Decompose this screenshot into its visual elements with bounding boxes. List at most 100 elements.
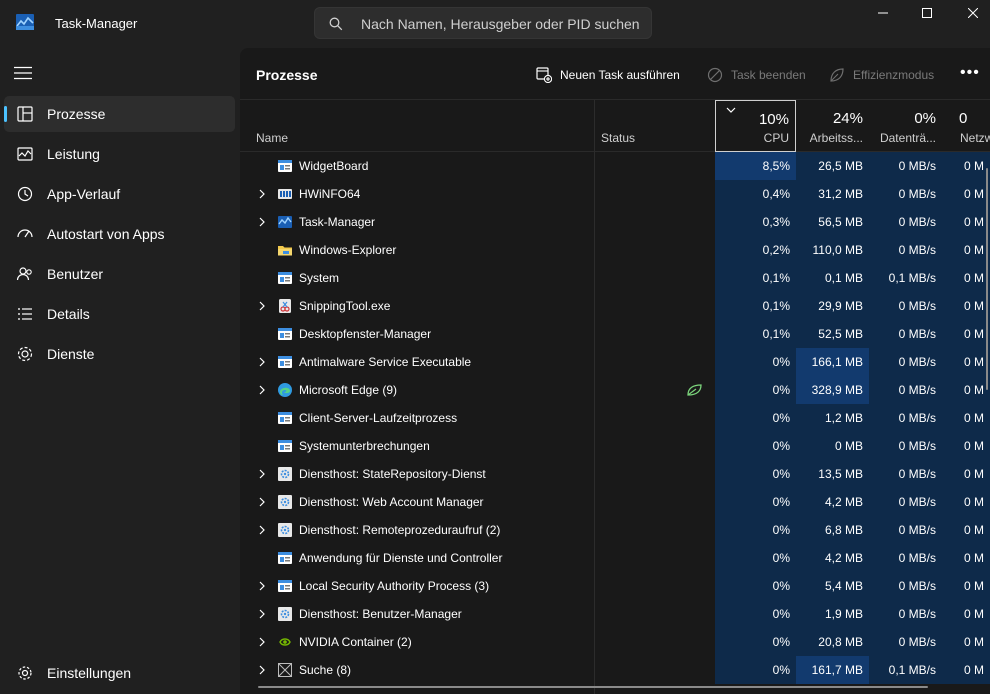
folder-icon <box>278 246 292 256</box>
column-name-label: Name <box>256 131 289 145</box>
chevron-right-icon[interactable] <box>258 385 266 395</box>
processes-icon <box>17 106 33 122</box>
process-row[interactable]: WidgetBoard 8,5% 26,5 MB 0 MB/s 0 M <box>240 152 990 180</box>
process-row[interactable]: Local Security Authority Process (3) 0% 5,… <box>240 572 990 600</box>
horizontal-scrollbar[interactable] <box>258 686 928 688</box>
gear-icon <box>18 666 32 680</box>
process-row[interactable]: Diensthost: Benutzer-Manager 0% 1,9 MB 0 MB… <box>240 600 990 628</box>
chevron-right-icon[interactable] <box>258 665 266 675</box>
cpu-cell: 0% <box>715 572 796 600</box>
network-cell: 0 M <box>942 180 990 208</box>
cpu-cell: 0% <box>715 404 796 432</box>
sidebar-item-autostart[interactable]: Autostart von Apps <box>4 216 235 252</box>
memory-cell: 29,9 MB <box>796 292 869 320</box>
sidebar-item-label: Benutzer <box>47 266 104 282</box>
process-row[interactable]: Diensthost: StateRepository-Dienst 0% 13,5… <box>240 460 990 488</box>
process-row[interactable]: Client-Server-Laufzeitprozess 0% 1,2 MB 0 M… <box>240 404 990 432</box>
maximize-button[interactable] <box>904 0 950 26</box>
chevron-right-icon[interactable] <box>258 497 266 507</box>
chevron-right-icon[interactable] <box>258 637 266 647</box>
chevron-right-icon[interactable] <box>258 217 266 227</box>
search-input[interactable]: Nach Namen, Herausgeber oder PID suchen <box>314 7 652 39</box>
network-cell: 0 M <box>942 460 990 488</box>
process-row[interactable]: Systemunterbrechungen 0% 0 MB 0 MB/s 0 M <box>240 432 990 460</box>
chevron-right-icon[interactable] <box>258 189 266 199</box>
process-row[interactable]: System 0,1% 0,1 MB 0,1 MB/s 0 M <box>240 264 990 292</box>
network-cell: 0 M <box>942 348 990 376</box>
service-host-icon <box>278 607 292 621</box>
sidebar-item-einstellungen[interactable]: Einstellungen <box>4 655 235 691</box>
process-row[interactable]: Desktopfenster-Manager 0,1% 52,5 MB 0 MB/s 0… <box>240 320 990 348</box>
chevron-right-icon[interactable] <box>258 525 266 535</box>
efficiency-mode-button[interactable]: Effizienzmodus <box>829 65 934 85</box>
memory-cell: 20,8 MB <box>796 628 869 656</box>
history-icon <box>17 186 33 202</box>
cpu-cell: 0% <box>715 488 796 516</box>
process-name: HWiNFO64 <box>299 187 361 201</box>
cpu-cell: 0,1% <box>715 320 796 348</box>
sidebar-item-label: Prozesse <box>47 106 106 122</box>
memory-total: 24% <box>832 110 863 127</box>
process-name: SnippingTool.exe <box>299 299 391 313</box>
end-task-label: Task beenden <box>731 68 806 82</box>
new-task-icon <box>536 67 552 83</box>
cpu-cell: 0% <box>715 460 796 488</box>
more-options-icon[interactable]: ••• <box>960 64 980 82</box>
network-cell: 0 M <box>942 404 990 432</box>
snipping-icon <box>279 299 291 313</box>
hamburger-menu-icon[interactable] <box>14 66 32 80</box>
cpu-cell: 0,4% <box>715 180 796 208</box>
memory-cell: 4,2 MB <box>796 488 869 516</box>
network-cell: 0 M <box>942 152 990 180</box>
process-name: Diensthost: Remoteprozeduraufruf (2) <box>299 523 501 537</box>
process-row[interactable]: Diensthost: Remoteprozeduraufruf (2) 0% 6,… <box>240 516 990 544</box>
column-header-cpu[interactable]: 10% CPU <box>715 100 796 152</box>
nvidia-icon <box>279 638 291 646</box>
close-button[interactable] <box>950 0 990 26</box>
sidebar-item-dienste[interactable]: Dienste <box>4 336 235 372</box>
column-header-memory[interactable]: 24% Arbeitss... <box>796 100 869 152</box>
process-row[interactable]: NVIDIA Container (2) 0% 20,8 MB 0 MB/s 0 M <box>240 628 990 656</box>
memory-cell: 6,8 MB <box>796 516 869 544</box>
sidebar-item-prozesse[interactable]: Prozesse <box>4 96 235 132</box>
sidebar-item-leistung[interactable]: Leistung <box>4 136 235 172</box>
sidebar-item-details[interactable]: Details <box>4 296 235 332</box>
chevron-right-icon[interactable] <box>258 581 266 591</box>
disk-cell: 0 MB/s <box>869 292 942 320</box>
chevron-right-icon[interactable] <box>258 609 266 619</box>
process-row[interactable]: Anwendung für Dienste und Controller 0% 4,… <box>240 544 990 572</box>
column-header-disk[interactable]: 0% Datenträ... <box>869 100 942 152</box>
memory-cell: 26,5 MB <box>796 152 869 180</box>
new-task-button[interactable]: Neuen Task ausführen <box>536 65 680 85</box>
sidebar-item-app-verlauf[interactable]: App-Verlauf <box>4 176 235 212</box>
process-row[interactable]: Microsoft Edge (9) 0% 328,9 MB 0 MB/s 0 M <box>240 376 990 404</box>
chevron-right-icon[interactable] <box>258 469 266 479</box>
column-header-name[interactable]: Name <box>240 100 594 152</box>
process-row[interactable]: HWiNFO64 0,4% 31,2 MB 0 MB/s 0 M <box>240 180 990 208</box>
cpu-cell: 0,1% <box>715 292 796 320</box>
process-row[interactable]: SnippingTool.exe 0,1% 29,9 MB 0 MB/s 0 M <box>240 292 990 320</box>
process-name: Desktopfenster-Manager <box>299 327 432 341</box>
column-header-network[interactable]: 0 Netzw <box>942 100 990 152</box>
chevron-right-icon[interactable] <box>258 301 266 311</box>
minimize-button[interactable] <box>860 0 906 26</box>
efficiency-mode-label: Effizienzmodus <box>853 68 935 82</box>
process-name: Diensthost: Benutzer-Manager <box>299 607 462 621</box>
sidebar-item-benutzer[interactable]: Benutzer <box>4 256 235 292</box>
process-row[interactable]: Antimalware Service Executable 0% 166,1 MB… <box>240 348 990 376</box>
vertical-scrollbar[interactable] <box>986 168 988 390</box>
network-label: Netzw <box>960 131 990 145</box>
network-cell: 0 M <box>942 376 990 404</box>
process-name: Task-Manager <box>299 215 376 229</box>
process-row[interactable]: Task-Manager 0,3% 56,5 MB 0 MB/s 0 M <box>240 208 990 236</box>
memory-cell: 4,2 MB <box>796 544 869 572</box>
process-row[interactable]: Suche (8) 0% 161,7 MB 0,1 MB/s 0 M <box>240 656 990 684</box>
end-task-button[interactable]: Task beenden <box>707 65 806 85</box>
column-header-status[interactable]: Status <box>594 100 715 152</box>
disk-cell: 0 MB/s <box>869 460 942 488</box>
process-name: Suche (8) <box>299 663 352 677</box>
process-row[interactable]: Windows-Explorer 0,2% 110,0 MB 0 MB/s 0 M <box>240 236 990 264</box>
chevron-right-icon[interactable] <box>258 357 266 367</box>
cpu-cell: 0% <box>715 544 796 572</box>
process-row[interactable]: Diensthost: Web Account Manager 0% 4,2 MB 0… <box>240 488 990 516</box>
